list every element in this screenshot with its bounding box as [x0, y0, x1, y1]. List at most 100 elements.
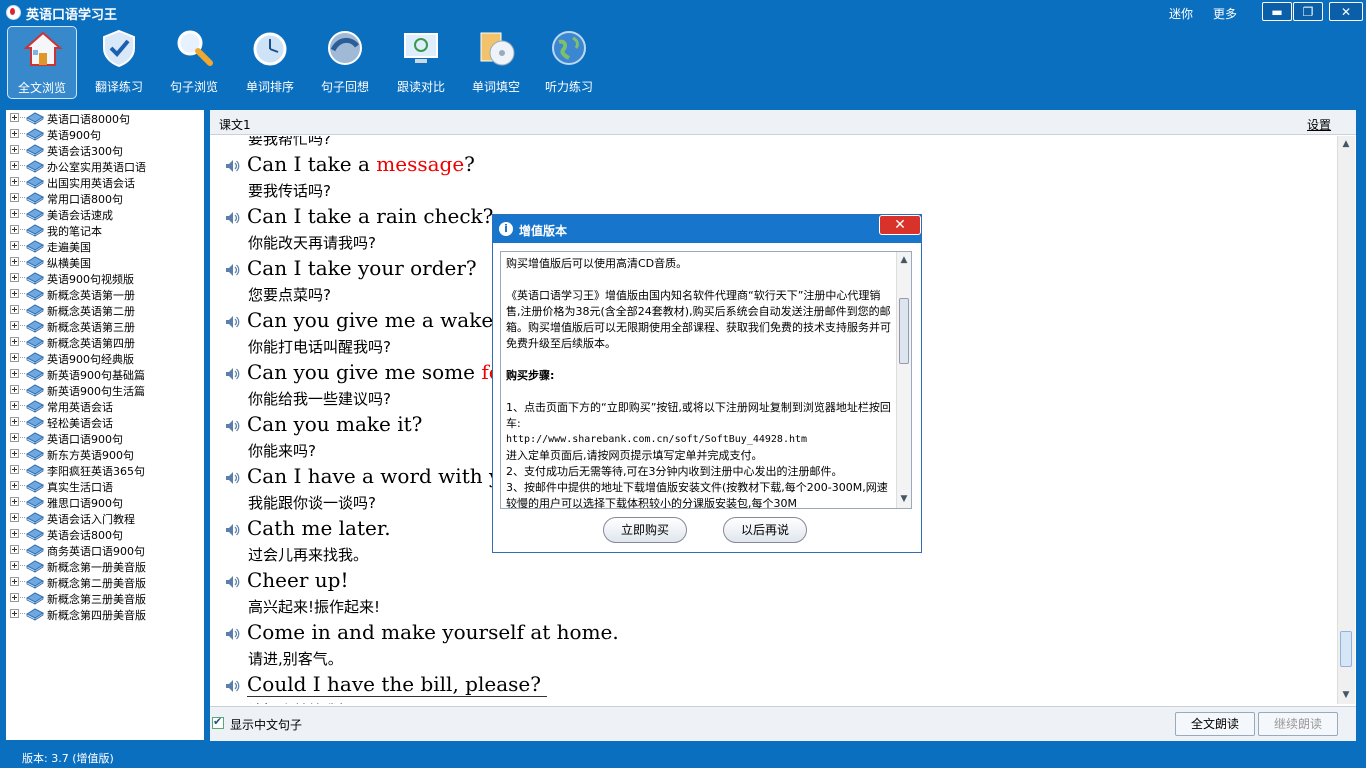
tree-item[interactable]: 新英语900句基础篇 [6, 366, 204, 382]
speaker-icon[interactable] [224, 626, 240, 642]
dialog-close-button[interactable]: ✕ [879, 215, 921, 235]
expand-plus-icon[interactable] [10, 321, 19, 330]
tree-item[interactable]: 新英语900句生活篇 [6, 382, 204, 398]
speaker-icon[interactable] [224, 158, 240, 174]
expand-plus-icon[interactable] [10, 129, 19, 138]
tree-item[interactable]: 轻松美语会话 [6, 414, 204, 430]
expand-plus-icon[interactable] [10, 577, 19, 586]
tree-item[interactable]: 英语900句经典版 [6, 350, 204, 366]
english-sentence[interactable]: Can I have a word with yo [247, 464, 512, 488]
tree-item[interactable]: 新东方英语900句 [6, 446, 204, 462]
english-sentence[interactable]: Can I take a message? [247, 152, 475, 176]
tree-item[interactable]: 新概念英语第二册 [6, 302, 204, 318]
scroll-up-arrow-icon[interactable]: ▲ [1340, 138, 1352, 150]
english-sentence[interactable]: Cheer up! [247, 568, 349, 592]
later-button[interactable]: 以后再说 [723, 517, 807, 543]
english-sentence[interactable]: Can you give me some fee [247, 360, 512, 384]
expand-plus-icon[interactable] [10, 305, 19, 314]
tool-follow-read-compare[interactable]: 跟读对比 [386, 26, 456, 99]
english-sentence[interactable]: Can you make it? [247, 412, 422, 436]
tree-item[interactable]: 李阳疯狂英语365句 [6, 462, 204, 478]
speaker-icon[interactable] [224, 314, 240, 330]
expand-plus-icon[interactable] [10, 561, 19, 570]
tree-item[interactable]: 常用口语800句 [6, 190, 204, 206]
speaker-icon[interactable] [224, 678, 240, 694]
english-sentence[interactable]: Can you give me a wake-u [247, 308, 513, 332]
expand-plus-icon[interactable] [10, 465, 19, 474]
expand-plus-icon[interactable] [10, 257, 19, 266]
tree-item[interactable]: 雅思口语900句 [6, 494, 204, 510]
tree-item[interactable]: 新概念第三册美音版 [6, 590, 204, 606]
buy-now-button[interactable]: 立即购买 [603, 517, 687, 543]
expand-plus-icon[interactable] [10, 513, 19, 522]
tree-item[interactable]: 美语会话速成 [6, 206, 204, 222]
tree-item[interactable]: 纵横美国 [6, 254, 204, 270]
speaker-icon[interactable] [224, 210, 240, 226]
expand-plus-icon[interactable] [10, 609, 19, 618]
tool-sentence-browse[interactable]: 句子浏览 [159, 26, 229, 99]
expand-plus-icon[interactable] [10, 449, 19, 458]
show-chinese-checkbox[interactable] [212, 715, 224, 729]
tree-item[interactable]: 新概念第四册美音版 [6, 606, 204, 622]
tree-item[interactable]: 英语900句视频版 [6, 270, 204, 286]
speaker-icon[interactable] [224, 574, 240, 590]
tree-item[interactable]: 英语口语8000句 [6, 110, 204, 126]
tree-item[interactable]: 出国实用英语会话 [6, 174, 204, 190]
dialog-scrollbar[interactable]: ▲ ▼ [896, 252, 911, 508]
expand-plus-icon[interactable] [10, 481, 19, 490]
expand-plus-icon[interactable] [10, 353, 19, 362]
tool-word-sort[interactable]: 单词排序 [235, 26, 305, 99]
expand-plus-icon[interactable] [10, 401, 19, 410]
tree-item[interactable]: 英语会话入门教程 [6, 510, 204, 526]
content-scrollbar[interactable]: ▲ ▼ [1337, 136, 1355, 704]
tool-listening-practice[interactable]: 听力练习 [534, 26, 604, 99]
tree-item[interactable]: 新概念第二册美音版 [6, 574, 204, 590]
tree-item[interactable]: 商务英语口语900句 [6, 542, 204, 558]
mini-mode-link[interactable]: 迷你 [1169, 5, 1193, 22]
speaker-icon[interactable] [224, 418, 240, 434]
dialog-scroll-thumb[interactable] [899, 298, 909, 364]
tree-item[interactable]: 新概念英语第四册 [6, 334, 204, 350]
english-sentence[interactable]: Cath me later. [247, 516, 391, 540]
expand-plus-icon[interactable] [10, 161, 19, 170]
expand-plus-icon[interactable] [10, 177, 19, 186]
tool-sentence-recall[interactable]: 句子回想 [310, 26, 380, 99]
tree-item[interactable]: 常用英语会话 [6, 398, 204, 414]
expand-plus-icon[interactable] [10, 273, 19, 282]
tree-item[interactable]: 英语会话300句 [6, 142, 204, 158]
tree-item[interactable]: 新概念英语第三册 [6, 318, 204, 334]
dialog-text-area[interactable]: 购买增值版后可以使用高清CD音质。 《英语口语学习王》增值版由国内知名软件代理商“… [500, 251, 912, 509]
tree-item[interactable]: 真实生活口语 [6, 478, 204, 494]
expand-plus-icon[interactable] [10, 209, 19, 218]
tool-word-fill[interactable]: 单词填空 [461, 26, 531, 99]
english-sentence[interactable]: Come in and make yourself at home. [247, 620, 619, 644]
tree-item[interactable]: 英语900句 [6, 126, 204, 142]
expand-plus-icon[interactable] [10, 385, 19, 394]
tree-item[interactable]: 英语会话800句 [6, 526, 204, 542]
expand-plus-icon[interactable] [10, 225, 19, 234]
dialog-scroll-down-icon[interactable]: ▼ [898, 493, 910, 505]
expand-plus-icon[interactable] [10, 241, 19, 250]
expand-plus-icon[interactable] [10, 497, 19, 506]
dialog-scroll-up-icon[interactable]: ▲ [898, 254, 910, 266]
close-button[interactable]: ✕ [1329, 2, 1363, 21]
read-all-button[interactable]: 全文朗读 [1175, 712, 1255, 736]
expand-plus-icon[interactable] [10, 433, 19, 442]
expand-plus-icon[interactable] [10, 193, 19, 202]
minimize-button[interactable]: ▬ [1262, 2, 1292, 21]
tool-translation-practice[interactable]: 翻译练习 [84, 26, 154, 99]
tree-item[interactable]: 走遍美国 [6, 238, 204, 254]
english-sentence[interactable]: Could I have the bill, please? [247, 672, 547, 697]
highlighted-word[interactable]: message [376, 152, 464, 176]
tree-item[interactable]: 新概念英语第一册 [6, 286, 204, 302]
more-link[interactable]: 更多 [1213, 5, 1237, 22]
tree-item[interactable]: 英语口语900句 [6, 430, 204, 446]
speaker-icon[interactable] [224, 262, 240, 278]
expand-plus-icon[interactable] [10, 337, 19, 346]
tree-item[interactable]: 办公室实用英语口语 [6, 158, 204, 174]
expand-plus-icon[interactable] [10, 113, 19, 122]
scroll-thumb[interactable] [1340, 631, 1352, 667]
english-sentence[interactable]: Can I take your order? [247, 256, 477, 280]
continue-reading-button[interactable]: 继续朗读 [1258, 712, 1338, 736]
tree-item[interactable]: 新概念第一册美音版 [6, 558, 204, 574]
